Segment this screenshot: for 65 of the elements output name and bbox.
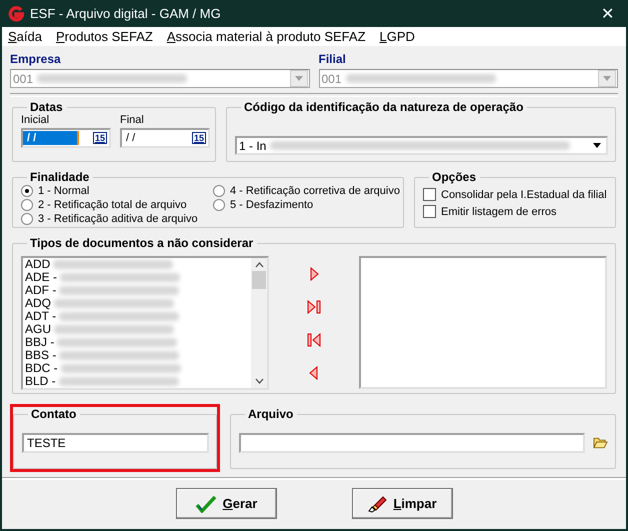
menu-item[interactable]: Produtos SEFAZ	[56, 29, 153, 44]
dropdown[interactable]: 1 - In	[235, 136, 608, 155]
list-item[interactable]: BBJ -	[25, 336, 54, 349]
field-label: Empresa	[10, 52, 62, 68]
radio-option[interactable]: 2 - Retificação total de arquivo	[21, 198, 213, 212]
checkbox-option[interactable]: Emitir listagem de erros	[423, 203, 608, 220]
radio-button[interactable]	[21, 185, 33, 197]
calendar-button[interactable]: 15	[92, 132, 107, 144]
list-item[interactable]: ADD	[25, 258, 50, 271]
field-label: Filial	[318, 52, 347, 68]
radio-button[interactable]	[21, 199, 33, 211]
scroll-down-icon[interactable]	[254, 378, 264, 384]
list-item[interactable]: ADT -	[25, 310, 56, 323]
group-title: Finalidade	[29, 170, 90, 184]
radio-option[interactable]: 3 - Retificação aditiva de arquivo	[21, 212, 213, 226]
list-item[interactable]: ADF -	[25, 284, 56, 297]
group-title: Opções	[431, 170, 478, 184]
date-field[interactable]: / / 15	[21, 128, 111, 148]
clear-button[interactable]: Limpar	[352, 488, 452, 519]
list-box[interactable]	[359, 256, 607, 389]
move-left-icon[interactable]	[306, 332, 322, 348]
text-field[interactable]	[239, 433, 586, 453]
list-item[interactable]: ADE -	[25, 271, 58, 284]
menu-item[interactable]: Associa material à produto SEFAZ	[166, 29, 366, 44]
checkmark-icon	[194, 494, 217, 512]
eraser-icon	[367, 494, 388, 512]
calendar-button[interactable]: 15	[192, 132, 206, 144]
group-title: Contato	[30, 407, 78, 421]
dropdown-arrow-icon	[294, 76, 302, 81]
move-right-icon[interactable]	[306, 299, 322, 315]
scroll-thumb[interactable]	[252, 271, 266, 289]
radio-option[interactable]: 1 - Normal	[21, 184, 213, 198]
radio-option[interactable]: 4 - Retificação corretiva de arquivo	[213, 184, 400, 198]
group-title: Arquivo	[247, 407, 294, 421]
text-field[interactable]: TESTE	[22, 433, 209, 453]
list-item[interactable]: ADQ	[25, 297, 52, 310]
checkbox-option[interactable]: Consolidar pela I.Estadual da filial	[423, 186, 608, 203]
list-item[interactable]: BDC -	[25, 362, 58, 375]
group-title: Código da identificação da natureza de operação	[243, 100, 524, 114]
dropdown-arrow-icon	[603, 76, 611, 81]
dropdown-arrow-icon	[593, 143, 601, 148]
field-label: Final	[120, 114, 145, 128]
logo-icon	[8, 6, 24, 22]
scrollbar[interactable]	[251, 258, 267, 388]
folder-icon[interactable]	[593, 437, 608, 449]
generate-button[interactable]: Gerar	[176, 488, 276, 519]
window-title: ESF - Arquivo digital - GAM / MG	[30, 6, 222, 21]
radio-button[interactable]	[213, 185, 225, 197]
checkbox[interactable]	[423, 188, 436, 201]
scroll-up-icon[interactable]	[254, 262, 264, 268]
field-label: Inicial	[21, 114, 50, 128]
list-box[interactable]: ADD ADE - ADF - ADQ ADT - AGU BBJ - BBS - BDC - BLD -	[21, 256, 269, 390]
radio-button[interactable]	[213, 199, 225, 211]
list-item[interactable]: AGU	[25, 323, 52, 336]
list-item[interactable]: BBS -	[25, 349, 56, 362]
checkbox[interactable]	[423, 205, 436, 218]
group-title: Datas	[29, 100, 64, 114]
close-button[interactable]: ✕	[595, 4, 620, 24]
radio-option[interactable]: 5 - Desfazimento	[213, 198, 400, 212]
menu-item[interactable]: LGPD	[380, 29, 415, 44]
radio-button[interactable]	[21, 213, 33, 225]
list-item[interactable]: BLD -	[25, 375, 56, 388]
menu-item[interactable]: Saída	[8, 29, 42, 44]
date-field[interactable]: / / 15	[120, 128, 210, 148]
group-title: Tipos de documentos a não considerar	[29, 236, 254, 250]
